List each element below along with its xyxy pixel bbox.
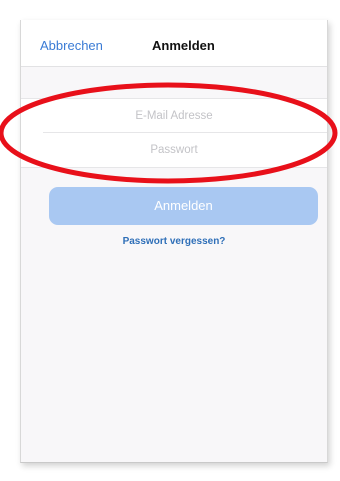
navbar-divider bbox=[21, 66, 327, 67]
navigation-bar: Abbrechen Anmelden bbox=[21, 20, 327, 66]
password-field[interactable] bbox=[21, 133, 327, 167]
screenshot-frame: Abbrechen Anmelden Anmelden Passwort ver… bbox=[0, 0, 340, 481]
forgot-password-link[interactable]: Passwort vergessen? bbox=[21, 236, 327, 247]
email-field[interactable] bbox=[21, 99, 327, 133]
page-title: Anmelden bbox=[152, 38, 215, 53]
login-button[interactable]: Anmelden bbox=[49, 187, 318, 225]
login-screen: Abbrechen Anmelden Anmelden Passwort ver… bbox=[20, 20, 328, 463]
cancel-button[interactable]: Abbrechen bbox=[40, 38, 103, 53]
login-form bbox=[21, 98, 327, 168]
